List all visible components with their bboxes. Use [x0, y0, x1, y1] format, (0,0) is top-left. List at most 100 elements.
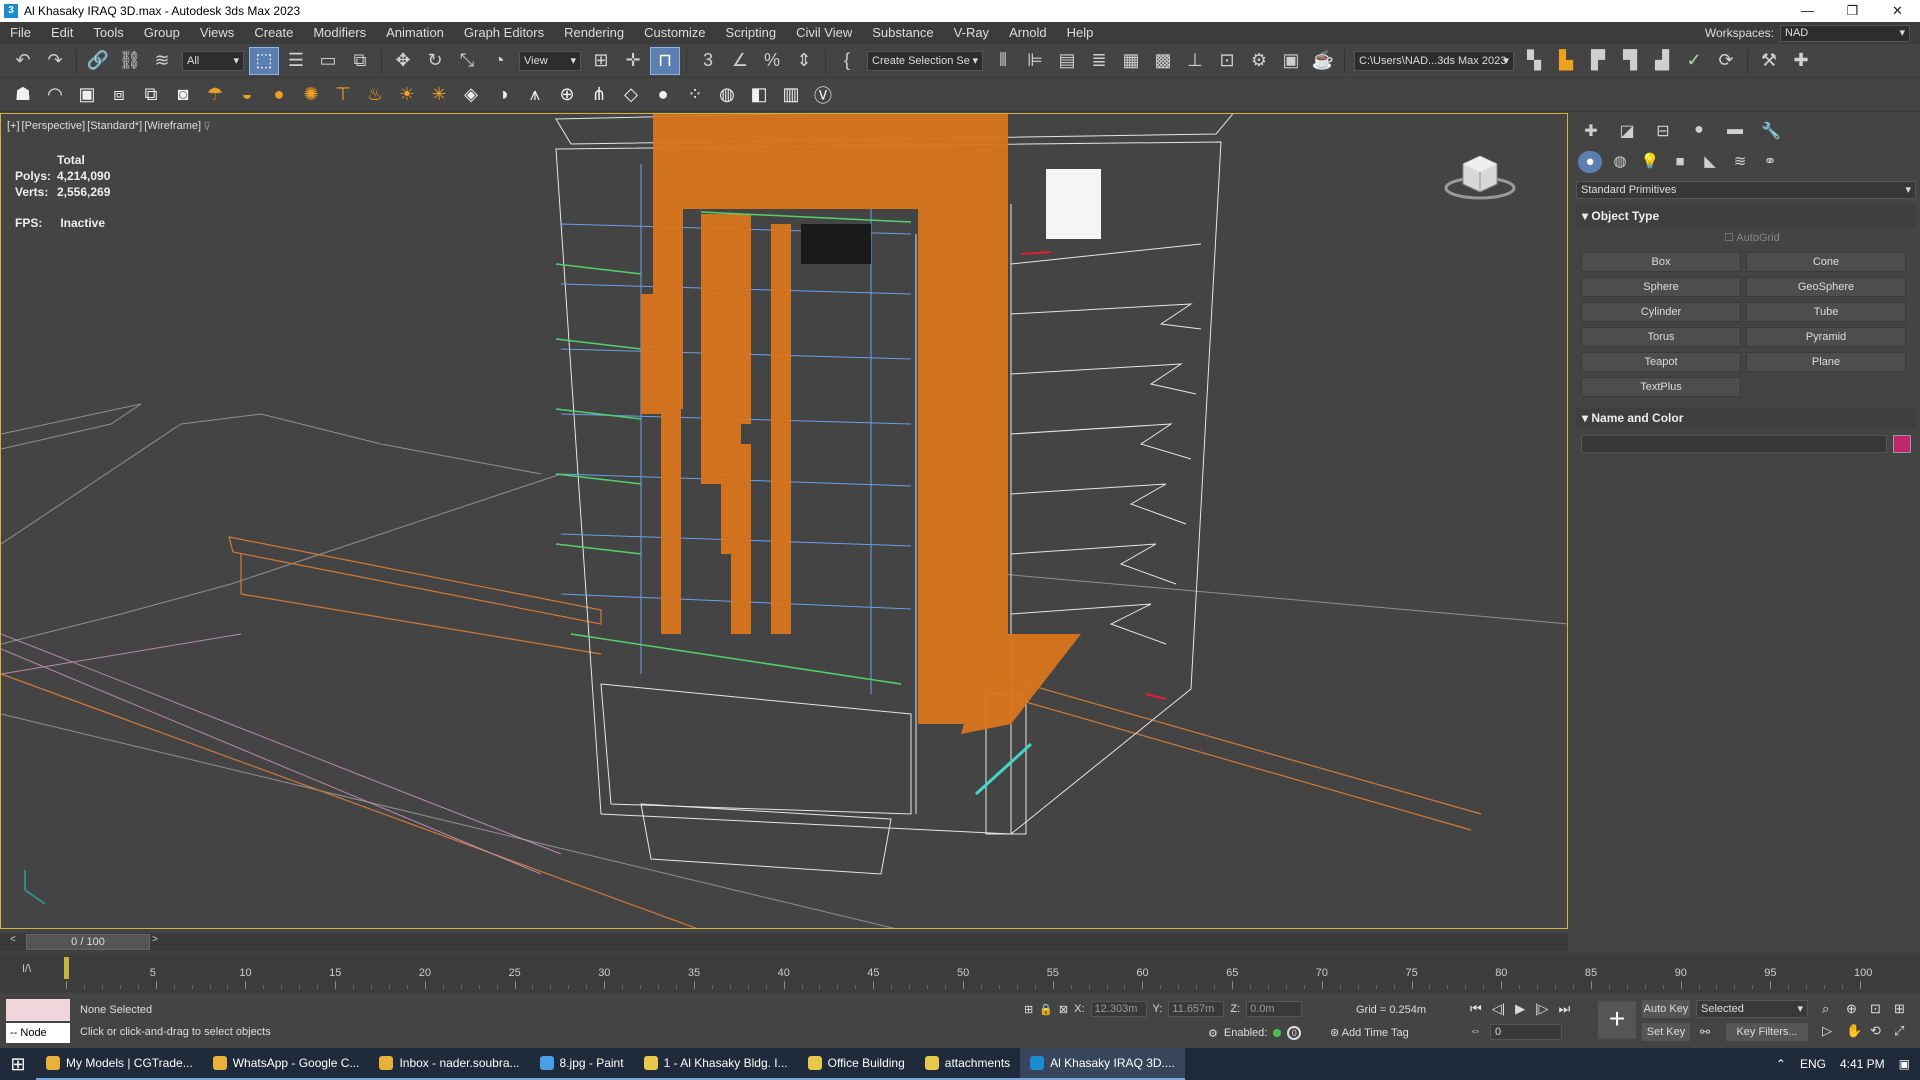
- menu-file[interactable]: File: [0, 22, 41, 44]
- arc-icon[interactable]: ◠: [40, 81, 70, 109]
- zoom-all-icon[interactable]: ⊕: [1846, 1001, 1868, 1017]
- lights-icon[interactable]: 💡: [1638, 151, 1662, 173]
- clock[interactable]: 4:41 PM: [1840, 1057, 1885, 1071]
- key-filters-button[interactable]: Key Filters...: [1726, 1023, 1808, 1041]
- textplus-button[interactable]: TextPlus: [1581, 377, 1741, 397]
- windows-start-icon[interactable]: ⊞: [0, 1054, 36, 1075]
- systems-icon[interactable]: ⚭: [1758, 151, 1782, 173]
- select-by-name-icon[interactable]: ☰: [281, 47, 311, 75]
- grass-icon[interactable]: ⋔: [584, 81, 614, 109]
- task-inbox[interactable]: Inbox - nader.soubra...: [369, 1048, 530, 1080]
- align-icon[interactable]: ⊫: [1020, 47, 1050, 75]
- project-icon-5[interactable]: ▟: [1647, 47, 1677, 75]
- menu-civil-view[interactable]: Civil View: [786, 22, 862, 44]
- rect-selection-region-icon[interactable]: ▭: [313, 47, 343, 75]
- menu-tools[interactable]: Tools: [83, 22, 133, 44]
- cone-button[interactable]: Cone: [1746, 252, 1906, 272]
- pivot-center-icon[interactable]: ⊞: [586, 47, 616, 75]
- viewcube-icon[interactable]: [1443, 152, 1517, 202]
- lock-icon[interactable]: 🔒: [1039, 1003, 1053, 1016]
- isolate-icon[interactable]: ⊞: [1024, 1003, 1033, 1016]
- fur-icon[interactable]: ⊕: [552, 81, 582, 109]
- placement-icon[interactable]: ◔: [484, 47, 514, 75]
- decal-icon[interactable]: ◇: [616, 81, 646, 109]
- stack-icon[interactable]: ⧈: [104, 81, 134, 109]
- unlink-icon[interactable]: ⛓: [115, 47, 145, 75]
- project-icon-3[interactable]: ▛: [1583, 47, 1613, 75]
- restore-button[interactable]: ❐: [1830, 3, 1875, 19]
- snaps-toggle-icon[interactable]: 3: [693, 47, 723, 75]
- task-whatsapp[interactable]: WhatsApp - Google C...: [202, 1048, 370, 1080]
- plane-button[interactable]: Plane: [1746, 352, 1906, 372]
- tree-icon[interactable]: ⩚: [520, 81, 550, 109]
- goto-start-icon[interactable]: ⏮: [1470, 1001, 1482, 1017]
- time-next-icon[interactable]: >: [152, 934, 158, 945]
- create-tab-icon[interactable]: ✚: [1578, 121, 1604, 141]
- geosphere-button[interactable]: GeoSphere: [1746, 277, 1906, 297]
- geometry-icon[interactable]: ●: [1578, 151, 1602, 173]
- key-mode-icon[interactable]: ⚯: [1700, 1025, 1710, 1039]
- edit-named-selection-icon[interactable]: {: [832, 47, 862, 75]
- frame-buffer-icon[interactable]: ◧: [744, 81, 774, 109]
- menu-arnold[interactable]: Arnold: [999, 22, 1057, 44]
- box-button[interactable]: Box: [1581, 252, 1741, 272]
- spot-light-icon[interactable]: ⊤: [328, 81, 358, 109]
- ribbon-icon[interactable]: ▦: [1116, 47, 1146, 75]
- fov-icon[interactable]: ▷: [1822, 1023, 1844, 1039]
- auto-key-button[interactable]: Auto Key: [1642, 1000, 1690, 1018]
- task-attachments[interactable]: attachments: [914, 1048, 1021, 1080]
- object-name-field[interactable]: [1581, 435, 1887, 453]
- menu-help[interactable]: Help: [1057, 22, 1104, 44]
- next-frame-icon[interactable]: |▷: [1535, 1001, 1548, 1017]
- spacewarps-icon[interactable]: ≋: [1728, 151, 1752, 173]
- set-key-button[interactable]: Set Key: [1642, 1023, 1690, 1041]
- select-manipulate-icon[interactable]: ✛: [618, 47, 648, 75]
- close-button[interactable]: ✕: [1875, 3, 1920, 19]
- window-crossing-icon[interactable]: ⧉: [345, 47, 375, 75]
- curve-editor-icon[interactable]: ▩: [1148, 47, 1178, 75]
- time-config-icon[interactable]: ⇔: [1470, 1025, 1481, 1037]
- degradation-icon[interactable]: ⚙: [1208, 1027, 1218, 1040]
- light-omni-icon[interactable]: ☂: [200, 81, 230, 109]
- sun-icon[interactable]: ☀: [392, 81, 422, 109]
- angle-snap-icon[interactable]: ∠: [725, 47, 755, 75]
- object-color-swatch[interactable]: [1893, 435, 1911, 453]
- bake-icon[interactable]: ◍: [712, 81, 742, 109]
- named-selection-set-dropdown[interactable]: Create Selection Se: [867, 50, 983, 71]
- task-office-building[interactable]: Office Building: [797, 1048, 915, 1080]
- render-production-icon[interactable]: ☕: [1308, 47, 1338, 75]
- plus-tool-icon[interactable]: ✚: [1786, 47, 1816, 75]
- language-indicator[interactable]: ENG: [1800, 1057, 1826, 1071]
- camera-icon[interactable]: ◙: [168, 81, 198, 109]
- sync-icon[interactable]: ⟳: [1711, 47, 1741, 75]
- primitive-category-dropdown[interactable]: Standard Primitives: [1576, 181, 1916, 199]
- ambient-light-icon[interactable]: ✳: [424, 81, 454, 109]
- minimize-button[interactable]: —: [1785, 3, 1830, 19]
- percent-snap-icon[interactable]: %: [757, 47, 787, 75]
- zoom-extents-icon[interactable]: ⊡: [1870, 1001, 1892, 1017]
- z-field[interactable]: 0.0m: [1246, 1001, 1303, 1017]
- keyboard-shortcut-override-icon[interactable]: ⊓: [650, 46, 680, 75]
- modify-tab-icon[interactable]: ◪: [1614, 121, 1640, 141]
- scale-icon[interactable]: ⤡: [452, 47, 482, 75]
- move-icon[interactable]: ✥: [388, 47, 418, 75]
- cameras-icon[interactable]: ■: [1668, 151, 1692, 173]
- set-key-big-icon[interactable]: +: [1598, 1001, 1636, 1039]
- maxscript-listener[interactable]: [6, 999, 70, 1021]
- menu-rendering[interactable]: Rendering: [554, 22, 634, 44]
- key-selection-dropdown[interactable]: Selected: [1696, 1000, 1808, 1018]
- viewport-label[interactable]: [+] [Perspective] [Standard*] [Wireframe…: [7, 120, 211, 133]
- x-field[interactable]: 12.303m: [1090, 1001, 1147, 1017]
- add-time-tag[interactable]: ⊛ Add Time Tag: [1330, 1026, 1409, 1039]
- bind-spacewarp-icon[interactable]: ≋: [147, 47, 177, 75]
- hierarchy-tab-icon[interactable]: ⊟: [1650, 121, 1676, 141]
- autogrid-checkbox[interactable]: ☐ AutoGrid: [1576, 227, 1916, 248]
- zoom-icon[interactable]: ⌕: [1822, 1001, 1844, 1017]
- project-icon-2[interactable]: ▙: [1551, 47, 1581, 75]
- image-icon[interactable]: ▥: [776, 81, 806, 109]
- mesh-light-icon[interactable]: ♨: [360, 81, 390, 109]
- playhead[interactable]: [64, 957, 69, 979]
- project-icon-1[interactable]: ▚: [1519, 47, 1549, 75]
- maximize-viewport-icon[interactable]: ⤢: [1894, 1023, 1916, 1039]
- layer-explorer-icon[interactable]: ≣: [1084, 47, 1114, 75]
